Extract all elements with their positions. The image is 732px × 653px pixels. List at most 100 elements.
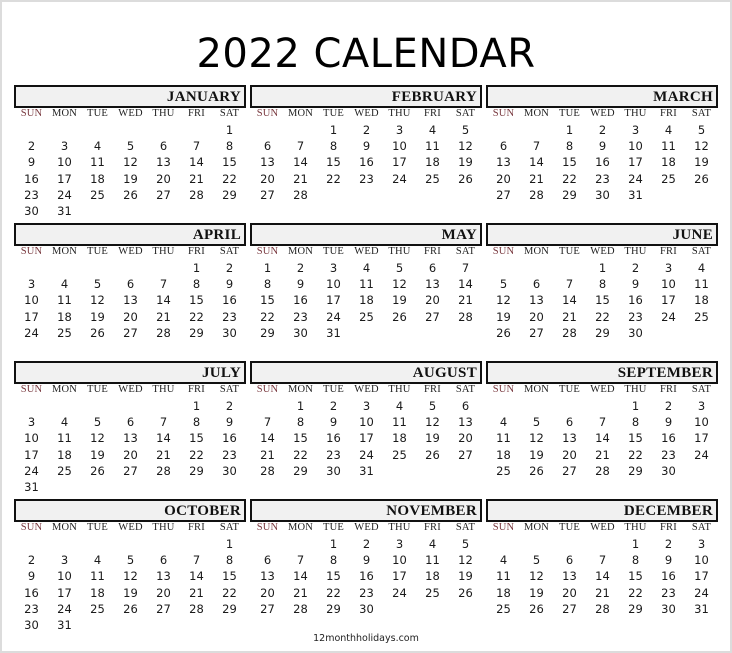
- date-cell: 12: [90, 431, 105, 446]
- date-cell: 27: [156, 601, 171, 616]
- date-cell: 26: [392, 309, 407, 324]
- date-cell: 2: [225, 399, 234, 413]
- date-cell: 15: [628, 431, 643, 446]
- date-cell: 23: [595, 171, 610, 186]
- date-cell: 3: [27, 415, 36, 430]
- date-cell: 28: [156, 463, 171, 478]
- date-cell: 7: [598, 415, 607, 430]
- date-cell: 23: [222, 309, 237, 324]
- date-cell: 27: [156, 187, 171, 202]
- date-cell: 17: [57, 585, 72, 600]
- weekday-label-fri: FRI: [424, 384, 441, 395]
- date-cell: 16: [628, 293, 643, 308]
- month-header: AUGUST: [250, 361, 482, 384]
- date-cell: 16: [24, 171, 39, 186]
- weekday-label-thu: THU: [388, 246, 411, 257]
- date-cell: 15: [326, 569, 341, 584]
- date-cell: 27: [562, 463, 577, 478]
- date-cell: 31: [24, 480, 39, 494]
- date-cell: 31: [326, 325, 341, 340]
- date-cell: 2: [362, 123, 371, 137]
- date-cell: 6: [428, 261, 437, 275]
- date-cell: 19: [123, 171, 138, 186]
- date-cell: 19: [496, 309, 511, 324]
- date-cell: 11: [661, 139, 676, 154]
- weekday-label-thu: THU: [152, 522, 175, 533]
- weekday-label-tue: TUE: [86, 522, 108, 533]
- date-cell: 23: [661, 447, 676, 462]
- date-cell: 11: [425, 139, 440, 154]
- date-cell: 24: [24, 325, 39, 340]
- date-cell: 7: [192, 139, 201, 154]
- weekday-label-tue: TUE: [86, 384, 108, 395]
- date-cell: 9: [225, 415, 234, 430]
- date-cell: 6: [126, 415, 135, 430]
- date-cell: 16: [359, 569, 374, 584]
- date-cell: 21: [595, 447, 610, 462]
- month-name: JANUARY: [166, 89, 241, 105]
- date-cell: 10: [24, 293, 39, 308]
- date-cell: 23: [326, 447, 341, 462]
- month-february: FEBRUARY SUN MON TUE WED THU FRI SAT 1 2 3 4 5 6 7 8 9 10…: [250, 85, 482, 223]
- date-cell: 9: [27, 569, 36, 584]
- date-cell: 26: [694, 171, 709, 186]
- date-cell: 12: [694, 139, 709, 154]
- date-cell: 10: [694, 553, 709, 568]
- date-cell: 4: [93, 139, 102, 154]
- date-cell: 8: [329, 553, 338, 568]
- date-cell: 26: [529, 463, 544, 478]
- date-cell: 19: [90, 309, 105, 324]
- date-cell: 18: [57, 309, 72, 324]
- date-cell: 20: [562, 585, 577, 600]
- weekday-label-thu: THU: [388, 522, 411, 533]
- month-october: OCTOBER SUN MON TUE WED THU FRI SAT 1 2 3 4 5 6 7 8 9 10 1…: [14, 499, 246, 637]
- date-cell: 2: [664, 537, 673, 551]
- weekday-label-thu: THU: [624, 384, 647, 395]
- weekday-label-sat: SAT: [219, 108, 240, 119]
- date-cell: 9: [225, 277, 234, 292]
- date-cell: 29: [189, 325, 204, 340]
- date-cell: 10: [57, 155, 72, 170]
- date-cell: 18: [496, 585, 511, 600]
- date-cell: 7: [532, 139, 541, 154]
- date-cell: 15: [595, 293, 610, 308]
- month-november: NOVEMBER SUN MON TUE WED THU FRI SAT 1 2 3 4 5 6 7 8 9 10…: [250, 499, 482, 637]
- date-cell: 23: [24, 601, 39, 616]
- date-cell: 22: [260, 309, 275, 324]
- weekday-label-sat: SAT: [455, 384, 476, 395]
- date-cell: 25: [496, 463, 511, 478]
- date-cell: 17: [57, 171, 72, 186]
- date-cell: 14: [156, 293, 171, 308]
- date-cell: 1: [565, 123, 574, 137]
- weekday-label-fri: FRI: [188, 108, 205, 119]
- date-cell: 8: [225, 139, 234, 154]
- date-cell: 25: [425, 171, 440, 186]
- month-header: MARCH: [486, 85, 718, 108]
- date-cell: 12: [123, 569, 138, 584]
- date-cell: 7: [159, 277, 168, 292]
- date-cell: 3: [27, 277, 36, 292]
- date-cell: 20: [529, 309, 544, 324]
- date-cell: 4: [428, 123, 437, 137]
- date-cell: 16: [595, 155, 610, 170]
- date-cell: 22: [293, 447, 308, 462]
- date-cell: 1: [329, 123, 338, 137]
- month-name: DECEMBER: [623, 503, 713, 519]
- weekday-label-mon: MON: [523, 246, 550, 257]
- date-cell: 20: [260, 171, 275, 186]
- date-cell: 10: [661, 277, 676, 292]
- date-cell: 26: [458, 171, 473, 186]
- date-cell: 7: [263, 415, 272, 430]
- month-name: JUNE: [672, 227, 713, 243]
- date-cell: 10: [694, 415, 709, 430]
- date-cell: 14: [595, 431, 610, 446]
- weekday-label-tue: TUE: [322, 108, 344, 119]
- date-cell: 8: [565, 139, 574, 154]
- month-name: AUGUST: [412, 365, 477, 381]
- date-cell: 2: [27, 553, 36, 568]
- date-cell: 14: [562, 293, 577, 308]
- date-cell: 3: [60, 553, 69, 568]
- date-cell: 19: [458, 155, 473, 170]
- date-cell: 29: [222, 601, 237, 616]
- date-cell: 5: [461, 123, 470, 137]
